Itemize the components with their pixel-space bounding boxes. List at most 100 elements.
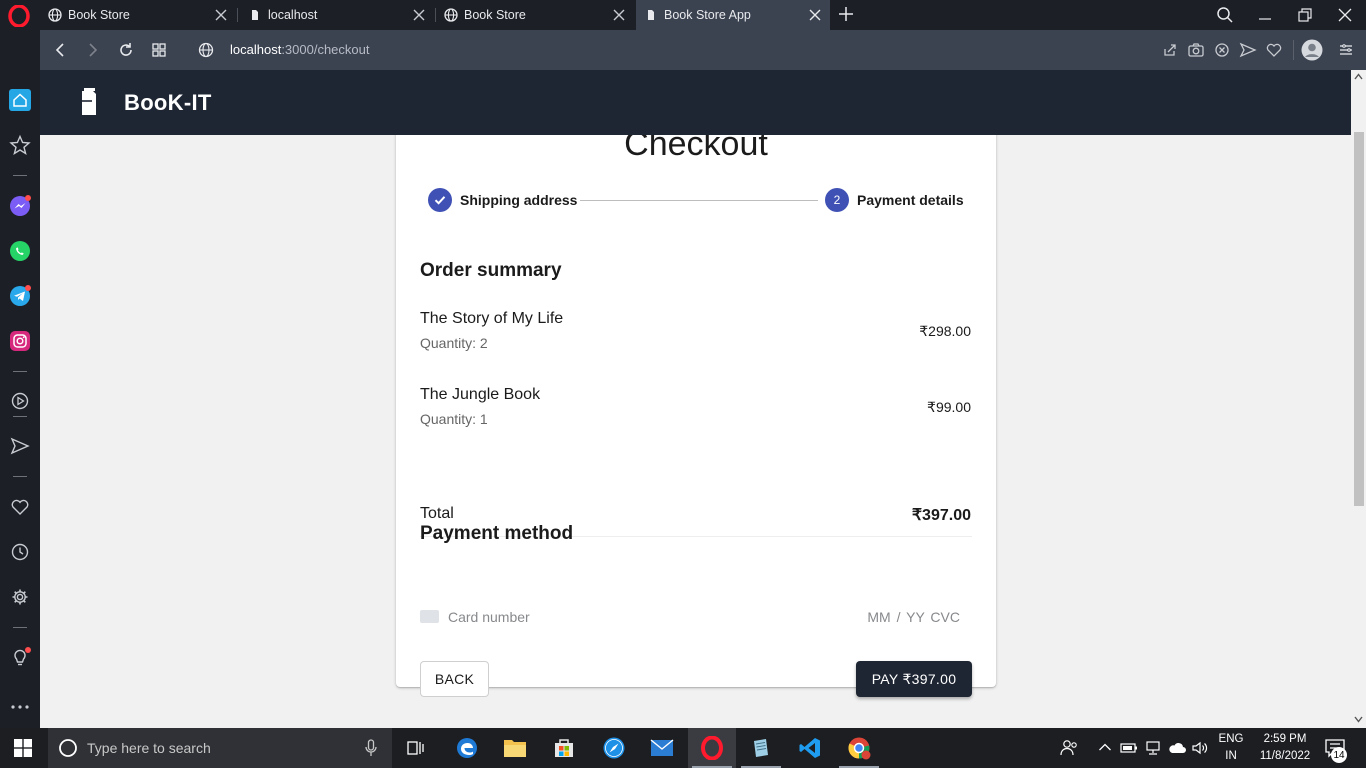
my-flow-icon[interactable]: [9, 435, 31, 457]
heart-icon[interactable]: [1264, 40, 1284, 60]
book-logo-icon[interactable]: [78, 87, 100, 119]
step-number-badge: 2: [825, 188, 849, 212]
input-region[interactable]: IN: [1214, 750, 1248, 762]
chrome-icon[interactable]: [835, 728, 883, 768]
file-explorer-icon[interactable]: [491, 728, 539, 768]
onedrive-cloud-icon[interactable]: [1167, 741, 1187, 755]
step-connector: [580, 200, 818, 201]
address-bar: localhost:3000/checkout: [40, 30, 1366, 70]
checkout-card: Checkout Shipping address 2 Payment deta…: [396, 110, 996, 697]
clock-date[interactable]: 11/8/2022: [1254, 750, 1316, 762]
tips-lightbulb-icon[interactable]: [9, 647, 31, 669]
minimize-icon[interactable]: [1255, 5, 1275, 25]
scroll-down-arrow-icon[interactable]: [1354, 716, 1363, 723]
brand-name[interactable]: BooK-IT: [124, 90, 212, 116]
notepad-app-icon[interactable]: [737, 728, 785, 768]
tab-title: Book Store: [464, 8, 526, 22]
order-item-quantity: Quantity: 2: [420, 335, 488, 351]
pay-button[interactable]: PAY ₹397.00: [856, 661, 972, 697]
total-label: Total: [420, 505, 454, 522]
vscode-icon[interactable]: [786, 728, 834, 768]
card-number-input[interactable]: Card number MM / YY CVC: [420, 605, 972, 629]
settings-gear-icon[interactable]: [9, 586, 31, 608]
expiry-cvc-placeholder[interactable]: MM / YY CVC: [867, 609, 960, 625]
page-viewport: Checkout Shipping address 2 Payment deta…: [40, 70, 1351, 728]
instagram-icon[interactable]: [9, 330, 31, 352]
close-tab-icon[interactable]: [612, 8, 626, 22]
safari-browser-icon[interactable]: [590, 728, 638, 768]
battery-icon[interactable]: [1120, 741, 1138, 755]
order-summary-heading: Order summary: [420, 260, 562, 281]
people-icon[interactable]: [1060, 738, 1078, 758]
send-icon[interactable]: [1238, 40, 1258, 60]
input-language[interactable]: ENG: [1214, 733, 1248, 745]
reload-icon[interactable]: [116, 40, 136, 60]
payment-method-heading: Payment method: [420, 523, 574, 544]
back-button[interactable]: BACK: [420, 661, 489, 697]
browser-sidebar: [0, 30, 40, 728]
history-clock-icon[interactable]: [9, 541, 31, 563]
block-ads-icon[interactable]: [1212, 40, 1232, 60]
tab-book-store-1[interactable]: Book Store: [40, 0, 236, 30]
site-info-globe-icon[interactable]: [196, 40, 216, 60]
bookmarks-heart-icon[interactable]: [9, 496, 31, 518]
back-arrow-icon[interactable]: [50, 40, 70, 60]
search-tabs-icon[interactable]: [1215, 5, 1235, 25]
tab-grid-icon[interactable]: [149, 40, 169, 60]
show-hidden-icons-chevron-icon[interactable]: [1098, 742, 1112, 752]
order-item-name: The Story of My Life: [420, 310, 564, 327]
close-tab-icon[interactable]: [214, 8, 228, 22]
order-item-price: ₹298.00: [919, 323, 971, 339]
whatsapp-icon[interactable]: [9, 240, 31, 262]
share-icon[interactable]: [1160, 40, 1180, 60]
tab-localhost[interactable]: localhost: [238, 0, 434, 30]
speed-dial-icon[interactable]: [9, 134, 31, 156]
scrollbar-thumb[interactable]: [1354, 132, 1364, 506]
task-view-icon[interactable]: [392, 728, 440, 768]
step-shipping-address: Shipping address: [460, 192, 578, 208]
tab-book-store-2[interactable]: Book Store: [436, 0, 634, 30]
volume-icon[interactable]: [1191, 740, 1209, 756]
search-placeholder: Type here to search: [87, 740, 211, 756]
microsoft-store-icon[interactable]: [540, 728, 588, 768]
globe-icon: [444, 8, 458, 22]
edge-browser-icon[interactable]: [443, 728, 491, 768]
app-header: BooK-IT: [40, 70, 1351, 135]
taskbar-search-box[interactable]: Type here to search: [48, 728, 392, 768]
order-item-quantity: Quantity: 1: [420, 411, 488, 427]
player-icon[interactable]: [9, 390, 31, 412]
home-icon[interactable]: [9, 89, 31, 111]
microphone-icon[interactable]: [364, 739, 378, 757]
opera-logo-icon[interactable]: [8, 5, 30, 27]
messenger-icon[interactable]: [9, 195, 31, 217]
checkout-stepper: Shipping address 2 Payment details: [428, 188, 968, 214]
restore-icon[interactable]: [1295, 5, 1315, 25]
easy-setup-menu-icon[interactable]: [1336, 40, 1356, 60]
mail-icon[interactable]: [638, 728, 686, 768]
url-field[interactable]: localhost:3000/checkout: [230, 42, 370, 57]
page-icon: [248, 8, 262, 22]
close-window-icon[interactable]: [1335, 5, 1355, 25]
forward-arrow-icon[interactable]: [83, 40, 103, 60]
clock-time[interactable]: 2:59 PM: [1254, 733, 1316, 745]
tab-title: Book Store: [68, 8, 130, 22]
globe-icon: [48, 8, 62, 22]
card-number-placeholder: Card number: [448, 609, 530, 625]
new-tab-icon[interactable]: [838, 6, 854, 22]
opera-taskbar-icon[interactable]: [688, 728, 736, 768]
tab-book-store-app[interactable]: Book Store App: [636, 0, 830, 30]
url-host: localhost: [230, 42, 282, 57]
close-tab-icon[interactable]: [808, 8, 822, 22]
close-tab-icon[interactable]: [412, 8, 426, 22]
windows-start-icon[interactable]: [14, 739, 32, 757]
telegram-icon[interactable]: [9, 285, 31, 307]
page-icon: [644, 8, 658, 22]
network-icon[interactable]: [1144, 740, 1162, 756]
more-options-icon[interactable]: [9, 696, 31, 718]
total-value: ₹397.00: [911, 507, 971, 524]
profile-avatar-icon[interactable]: [1301, 39, 1323, 61]
scroll-up-arrow-icon[interactable]: [1354, 73, 1363, 80]
order-item-name: The Jungle Book: [420, 386, 541, 403]
camera-icon[interactable]: [1186, 40, 1206, 60]
page-scrollbar[interactable]: [1351, 70, 1366, 728]
